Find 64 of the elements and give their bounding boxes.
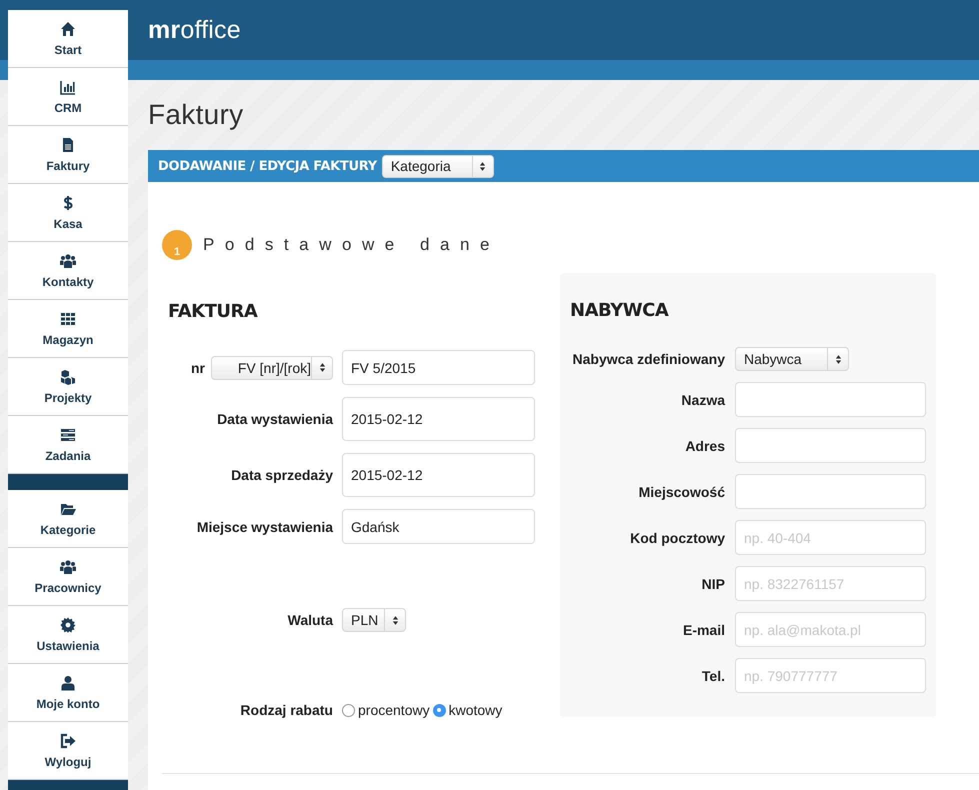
sidebar-item[interactable]: Start <box>8 10 128 68</box>
dropdown[interactable]: Kategoria <box>382 154 494 178</box>
field-label: Kod pocztowy <box>630 530 725 546</box>
field-label: Miejsce wystawienia <box>196 518 333 534</box>
sidebar-item[interactable]: Projekty <box>8 358 128 416</box>
dropdown[interactable]: Nabywca <box>735 347 849 371</box>
sidebar-item[interactable]: CRM <box>8 68 128 126</box>
dropdown[interactable]: PLN <box>342 608 406 632</box>
users-icon <box>60 252 76 268</box>
section-heading: FAKTURA <box>168 301 259 322</box>
updown-arrows-icon <box>392 614 398 626</box>
bar-chart-icon <box>60 78 76 94</box>
input-field[interactable] <box>735 428 926 463</box>
field-label: Adres <box>685 438 725 454</box>
field-label: NIP <box>702 576 725 592</box>
field-label: Nabywca zdefiniowany <box>572 351 725 367</box>
radio-button[interactable] <box>432 704 446 716</box>
input-field[interactable]: FV 5/2015 <box>342 350 535 385</box>
input-field[interactable] <box>735 382 926 417</box>
field-label: Rodzaj rabatu <box>240 702 333 718</box>
input-field[interactable] <box>735 474 926 509</box>
input-field[interactable]: 2015-02-12 <box>342 453 535 497</box>
radio-label[interactable]: kwotowy <box>448 702 502 718</box>
dropdown[interactable]: FV [nr]/[rok] <box>211 356 333 380</box>
user-icon <box>60 674 76 690</box>
radio-label[interactable]: procentowy <box>358 702 430 718</box>
field-label: Tel. <box>702 668 725 684</box>
panel-title: DODAWANIE / EDYCJA FAKTURY <box>158 158 377 174</box>
sidebar-item[interactable]: Zadania <box>8 416 128 474</box>
settings-icon <box>60 616 76 632</box>
sidebar-item[interactable]: Kasa <box>8 184 128 242</box>
radio-button[interactable] <box>342 704 355 716</box>
field-label: nr <box>191 360 205 376</box>
sidebar-item[interactable]: Kategorie <box>8 490 128 548</box>
stacked-bars-icon <box>60 426 76 442</box>
section-heading: NABYWCA <box>570 300 670 321</box>
page-title: Faktury <box>148 98 244 132</box>
input-field[interactable]: Gdańsk <box>342 509 535 544</box>
sidebar-item[interactable]: Magazyn <box>8 300 128 358</box>
field-label: Miejscowość <box>638 484 725 500</box>
grid-icon <box>60 310 76 326</box>
cubes-icon <box>60 368 76 384</box>
sidebar-item[interactable]: Wyloguj <box>8 722 128 780</box>
sidebar-item[interactable]: Faktury <box>8 126 128 184</box>
step-title: Podstawowe dane <box>203 235 500 255</box>
step-badge: 1 <box>162 230 192 260</box>
logout-icon <box>60 732 76 748</box>
users-icon <box>60 558 76 574</box>
updown-arrows-icon <box>318 362 326 373</box>
sidebar-item[interactable]: Moje konto <box>8 664 128 722</box>
sidebar-item[interactable]: Ustawienia <box>8 606 128 664</box>
input-field[interactable]: 2015-02-12 <box>342 397 535 441</box>
home-icon <box>60 20 76 36</box>
document-icon <box>60 136 76 152</box>
field-label: Data wystawienia <box>217 411 333 427</box>
logo: mroffice <box>148 16 241 44</box>
updown-arrows-icon <box>479 160 486 172</box>
field-label: E-mail <box>682 622 725 638</box>
field-label: Nazwa <box>681 392 725 408</box>
field-label: Data sprzedaży <box>231 467 333 483</box>
sidebar-item[interactable]: Pracownicy <box>8 548 128 606</box>
sidebar-item[interactable]: Kontakty <box>8 242 128 300</box>
field-label: Waluta <box>288 612 333 628</box>
updown-arrows-icon <box>834 354 842 364</box>
